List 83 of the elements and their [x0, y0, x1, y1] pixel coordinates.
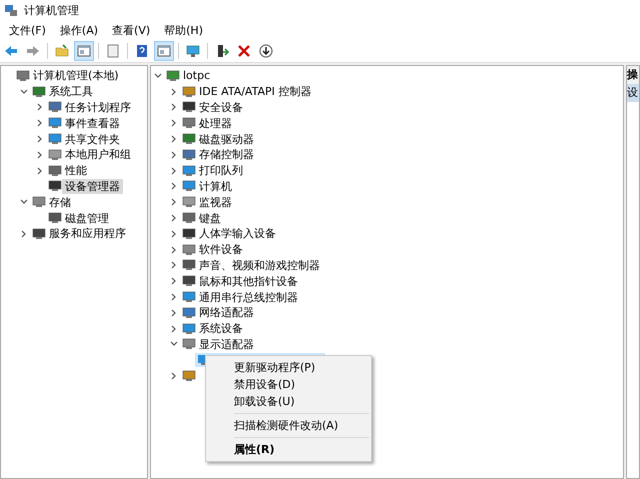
tree-item[interactable]: 鼠标和其他指针设备 [196, 274, 301, 289]
device-icon [182, 322, 196, 335]
device-icon [182, 244, 196, 256]
tree-item[interactable]: 磁盘驱动器 [196, 132, 257, 147]
device-icon [182, 196, 196, 208]
window-title: 计算机管理 [24, 2, 79, 18]
sheet-icon [105, 43, 121, 59]
tree-item[interactable]: 软件设备 [196, 242, 246, 258]
device-icon [48, 180, 62, 192]
tree-item[interactable]: 设备管理器 [62, 178, 123, 194]
pane-icon [76, 43, 92, 59]
menu-item[interactable]: 帮助(H) [157, 22, 210, 38]
pane-icon [156, 43, 172, 59]
device-icon [182, 164, 196, 177]
monitor-icon [185, 43, 201, 59]
tree-item[interactable]: 声音、视频和游戏控制器 [196, 258, 323, 273]
menu-item[interactable]: 禁用设备(D) [206, 376, 371, 393]
tree-item[interactable]: 服务和应用程序 [46, 226, 129, 242]
tree-item[interactable]: 共享文件夹 [62, 132, 123, 147]
tree-item[interactable]: 安全设备 [196, 100, 246, 115]
device-icon [182, 275, 196, 288]
device-icon [48, 148, 62, 161]
device-icon [182, 370, 196, 382]
delete-icon [236, 43, 252, 59]
device-icon [32, 196, 46, 208]
tree-item[interactable]: 键盘 [196, 210, 224, 226]
app-icon [4, 3, 18, 17]
menu-item[interactable]: 更新驱动程序(P) [206, 359, 371, 376]
device-icon [182, 133, 196, 146]
device-icon [48, 133, 62, 146]
tree-item[interactable]: IDE ATA/ATAPI 控制器 [196, 84, 314, 100]
device-icon [182, 180, 196, 192]
device-icon [48, 117, 62, 130]
action-item[interactable]: 设 [627, 84, 639, 102]
folder-icon [54, 43, 70, 59]
device-icon [182, 338, 196, 350]
device-icon [48, 164, 62, 177]
menu-item[interactable]: 卸载设备(U) [206, 393, 371, 410]
menu-item[interactable]: 文件(F) [2, 22, 53, 38]
tree-item[interactable]: 监视器 [196, 194, 235, 210]
tree-item[interactable]: 网络适配器 [196, 305, 257, 320]
menu-item[interactable]: 操作(A) [52, 22, 106, 38]
help-icon [134, 43, 150, 59]
device-icon [182, 228, 196, 240]
tree-item[interactable]: 显示适配器 [196, 336, 257, 352]
tree-item[interactable]: 系统工具 [46, 84, 96, 100]
tree-item[interactable]: 本地用户和组 [62, 147, 134, 162]
device-icon [48, 101, 62, 114]
tree-item[interactable]: 计算机 [196, 178, 235, 194]
download-icon [258, 43, 274, 59]
tree-item[interactable]: 性能 [62, 163, 90, 178]
menu-item[interactable]: 扫描检测硬件改动(A) [206, 417, 371, 434]
device-icon [182, 212, 196, 224]
tree-item[interactable]: lotpc [180, 68, 214, 84]
menu-item[interactable]: 属性(R) [206, 441, 371, 458]
tree-item[interactable]: 系统设备 [196, 321, 246, 336]
tree-item[interactable]: 存储控制器 [196, 147, 257, 162]
device-icon [182, 306, 196, 319]
tree-item[interactable]: 事件查看器 [62, 116, 123, 131]
device-icon [32, 86, 46, 98]
back-icon [3, 43, 19, 59]
menu-item[interactable]: 查看(V) [105, 22, 158, 38]
device-icon [182, 86, 196, 98]
device-icon [182, 117, 196, 130]
tree-item[interactable]: 通用串行总线控制器 [196, 290, 301, 305]
tree-item[interactable]: 处理器 [196, 116, 235, 131]
tree-item[interactable]: 人体学输入设备 [196, 226, 279, 242]
device-icon [166, 70, 180, 82]
device-icon [16, 70, 30, 82]
device-icon [198, 354, 205, 366]
device-icon [182, 101, 196, 114]
device-icon [32, 228, 46, 240]
tree-item[interactable]: 磁盘管理 [62, 210, 112, 226]
device-icon [182, 291, 196, 304]
actions-header: 操 [627, 66, 639, 84]
tree-item[interactable]: 任务计划程序 [62, 100, 134, 115]
device-icon [48, 212, 62, 224]
tree-item[interactable]: 存储 [46, 194, 74, 210]
device-icon [182, 148, 196, 161]
tree-item[interactable]: 计算机管理(本地) [30, 68, 122, 84]
tree-item[interactable]: 打印队列 [196, 163, 246, 178]
device-icon [182, 259, 196, 272]
forward-icon [25, 43, 41, 59]
